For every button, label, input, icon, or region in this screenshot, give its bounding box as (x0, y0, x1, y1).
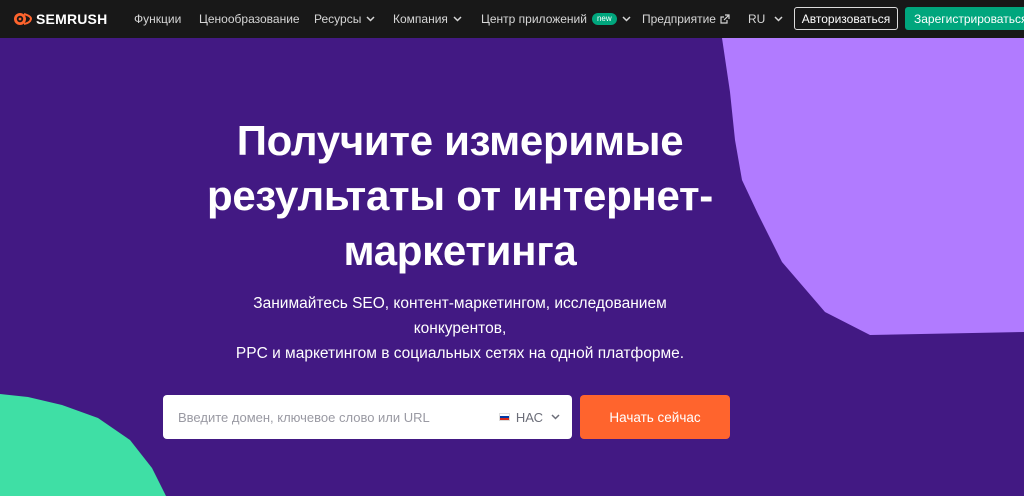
database-label: НАС (515, 409, 543, 425)
nav-item-features[interactable]: Функции (134, 0, 181, 38)
chevron-down-icon (366, 16, 375, 22)
nav-item-label: Ресурсы (314, 12, 362, 26)
nav-item-app-center[interactable]: Центр приложений new (481, 0, 631, 38)
search-box: НАС (163, 395, 572, 439)
hero-title: Получите измеримые результаты от интерне… (130, 113, 790, 278)
ru-flag-icon (498, 413, 510, 421)
nav-item-enterprise[interactable]: Предприятие (642, 0, 730, 38)
nav-item-label: Центр приложений (481, 12, 587, 26)
semrush-logo[interactable]: SEMRUSH (12, 0, 107, 38)
chevron-down-icon (622, 16, 631, 22)
nav-item-pricing[interactable]: Ценообразование (199, 0, 300, 38)
nav-item-label: Предприятие (642, 12, 716, 26)
signup-button[interactable]: Зарегистрироваться (905, 7, 1024, 30)
nav-item-label: Функции (134, 12, 182, 26)
nav-item-label: Ценообразование (199, 12, 300, 26)
nav-item-company[interactable]: Компания (393, 0, 462, 38)
hero-title-line: Получите измеримые (236, 117, 684, 164)
hero-subtitle-line: PPC и маркетингом в социальных сетях на … (235, 345, 685, 362)
new-badge: new (591, 13, 617, 25)
nav-item-resources[interactable]: Ресурсы (314, 0, 375, 38)
hero-subtitle: Занимайтесь SEO, контент-маркетингом, ис… (190, 291, 730, 366)
chevron-down-icon (453, 16, 462, 22)
login-button[interactable]: Авторизоваться (794, 7, 898, 30)
language-label: RU (748, 12, 766, 26)
brand-name: SEMRUSH (36, 11, 108, 27)
top-navbar: SEMRUSH Функции Ценообразование Ресурсы … (0, 0, 1024, 38)
nav-item-label: Компания (393, 12, 448, 26)
semrush-flame-icon (14, 13, 32, 25)
external-link-icon (720, 14, 730, 24)
chevron-down-icon (551, 414, 560, 420)
language-selector[interactable]: RU (748, 0, 783, 38)
database-selector[interactable]: НАС (498, 395, 560, 439)
hero-subtitle-line: Занимайтесь SEO, контент-маркетингом, ис… (253, 295, 667, 312)
hero-title-line: результаты от интернет- (207, 172, 713, 219)
domain-search-input[interactable] (163, 395, 473, 439)
mint-gear-shape (0, 394, 166, 496)
hero-subtitle-line: конкурентов, (413, 320, 507, 337)
start-now-button[interactable]: Начать сейчас (580, 395, 730, 439)
chevron-down-icon (774, 16, 783, 22)
hero-title-line: маркетинга (343, 227, 577, 274)
